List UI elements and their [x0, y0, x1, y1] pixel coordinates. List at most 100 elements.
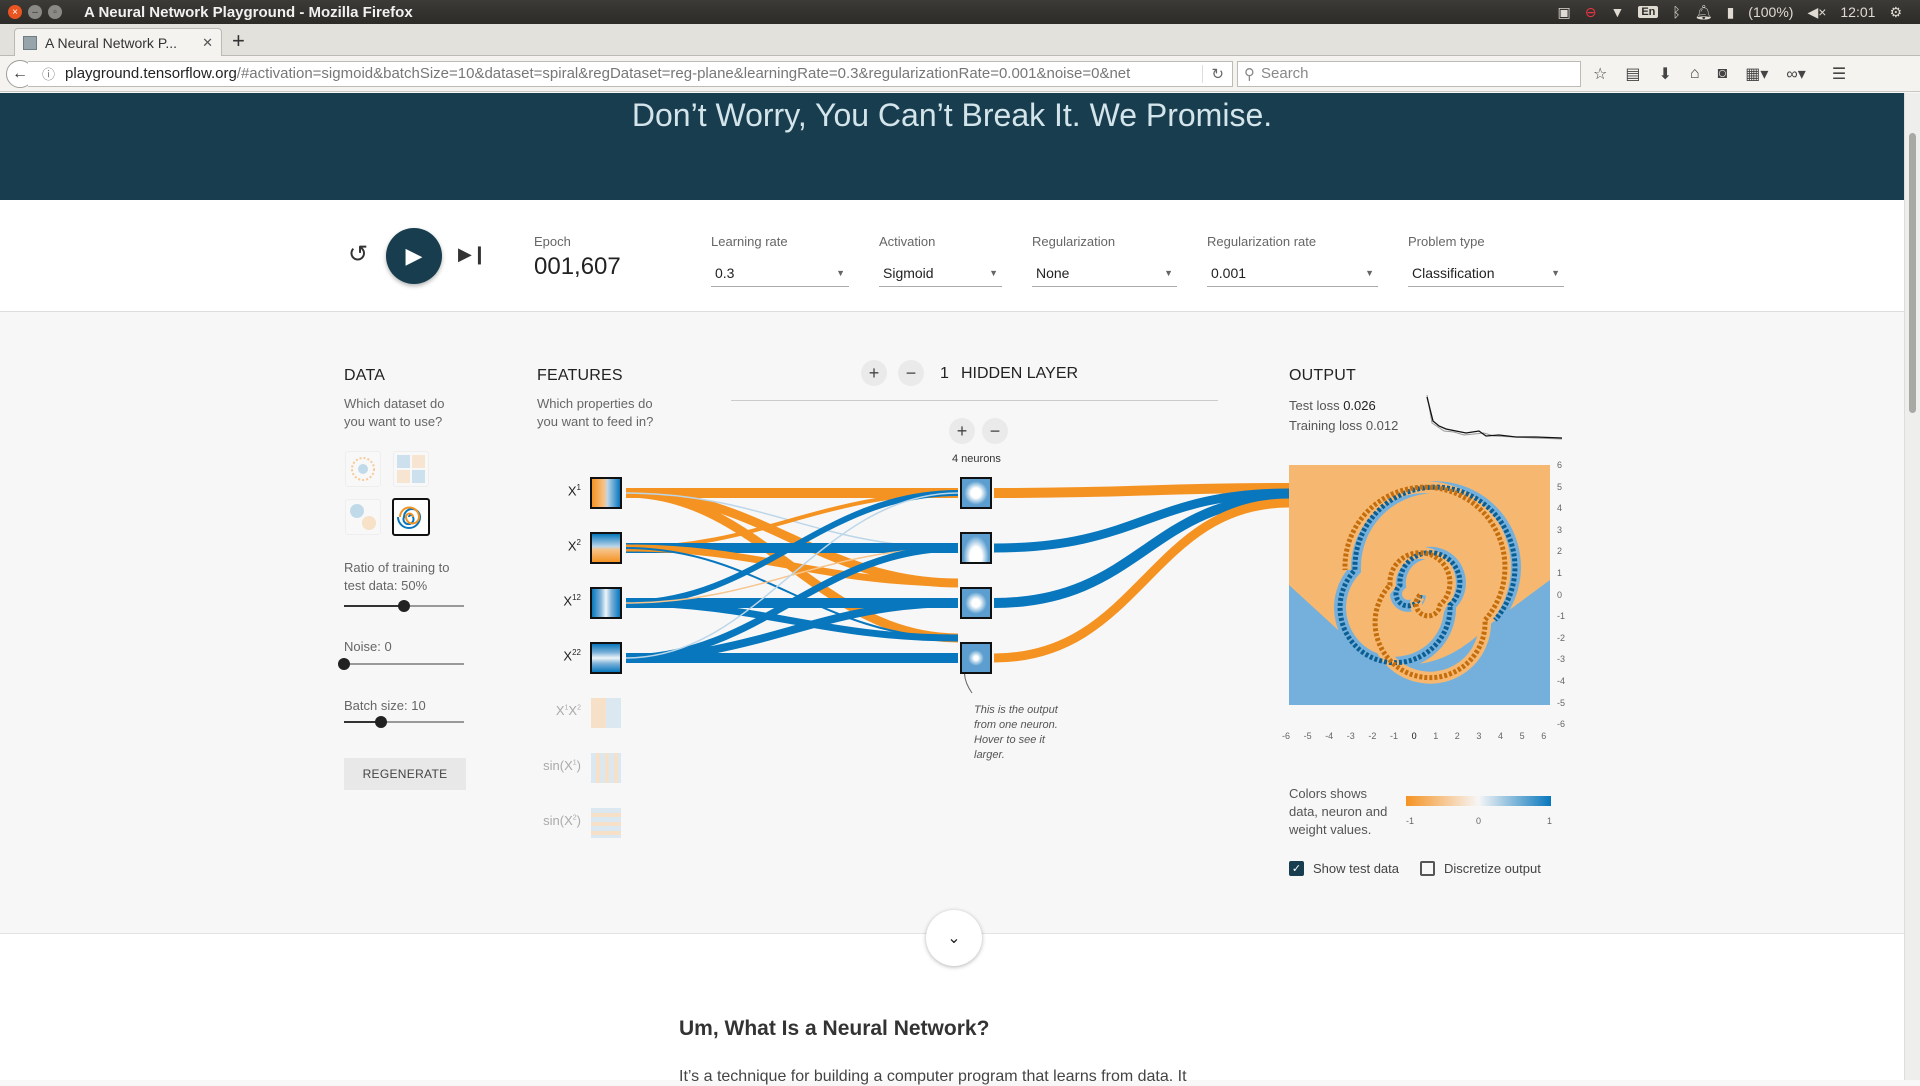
window-minimize-button[interactable]: – [28, 5, 42, 19]
epoch-label: Epoch [534, 234, 571, 249]
test-loss: Test loss 0.026 [1289, 398, 1376, 413]
scroll-down-button[interactable]: ⌄ [926, 910, 982, 966]
article-section: ⌄ Um, What Is a Neural Network? It’s a t… [0, 910, 1904, 1085]
chevron-down-icon: ▼ [836, 267, 845, 278]
battery-icon[interactable]: ▮ [1727, 4, 1735, 21]
legend-tick: 1 [1547, 816, 1553, 826]
volume-icon[interactable]: ◀× [1807, 4, 1826, 21]
neuron-4[interactable] [960, 642, 992, 674]
tab-title: A Neural Network P... [45, 34, 178, 51]
test-loss-label: Test loss [1289, 398, 1340, 413]
discretize-output-checkbox[interactable]: Discretize output [1420, 861, 1541, 876]
x-tick-label: -1 [1390, 731, 1399, 741]
new-tab-button[interactable]: + [232, 28, 245, 54]
problem-type-value: Classification [1412, 264, 1495, 281]
page-scrollbar[interactable] [1904, 93, 1920, 1080]
weight-link [993, 498, 1290, 663]
gear-icon[interactable]: ⚙ [1889, 4, 1902, 21]
battery-percent[interactable]: (100%) [1748, 4, 1793, 20]
stop-icon[interactable]: ⊖ [1585, 4, 1597, 21]
page-header: Don’t Worry, You Can’t Break It. We Prom… [0, 93, 1904, 200]
x-tick-label: 4 [1498, 731, 1504, 741]
regularization-control: Regularization None ▼ [1032, 234, 1177, 287]
chevron-down-icon: ▼ [989, 267, 998, 278]
show-test-data-checkbox[interactable]: ✓ Show test data [1289, 861, 1399, 876]
menu-icon[interactable]: ☰ [1832, 64, 1846, 84]
learning-rate-select[interactable]: 0.3 ▼ [711, 259, 849, 287]
wifi-icon[interactable]: ▼ [1610, 4, 1624, 20]
reading-list-icon[interactable]: ▤ [1625, 64, 1640, 84]
output-heatmap [1289, 465, 1550, 705]
reg-rate-value: 0.001 [1211, 264, 1247, 281]
x-tick-label: 5 [1519, 731, 1525, 741]
learning-rate-value: 0.3 [715, 264, 735, 281]
pocket-icon[interactable]: ◙ [1718, 65, 1728, 83]
favicon-icon [23, 35, 37, 50]
checkbox-icon[interactable] [1420, 861, 1435, 876]
window-maximize-button[interactable]: ▫ [48, 5, 62, 19]
library-icon[interactable]: ▦▾ [1745, 64, 1768, 84]
activation-select[interactable]: Sigmoid ▼ [879, 259, 1002, 287]
train-loss-value: 0.012 [1365, 418, 1399, 433]
reset-button[interactable]: ↺ [348, 240, 368, 269]
notification-icon[interactable]: 🔔︎ [1695, 4, 1713, 21]
chevron-down-icon: ▼ [1164, 267, 1173, 278]
home-icon[interactable]: ⌂ [1690, 65, 1700, 83]
neuron-1[interactable] [960, 477, 992, 509]
problem-type-select[interactable]: Classification ▼ [1408, 259, 1564, 287]
test-loss-value: 0.026 [1343, 398, 1376, 413]
info-icon[interactable]: ⓘ [42, 64, 55, 83]
activation-label: Activation [879, 234, 936, 249]
url-path: /#activation=sigmoid&batchSize=10&datase… [236, 65, 1131, 82]
neuron-3[interactable] [960, 587, 992, 619]
color-legend-ticks: -1 0 1 [1406, 816, 1553, 828]
regularization-select[interactable]: None ▼ [1032, 259, 1177, 287]
tagline: Don’t Worry, You Can’t Break It. We Prom… [631, 97, 1273, 133]
reg-rate-control: Regularization rate 0.001 ▼ [1207, 234, 1378, 287]
search-placeholder: Search [1261, 65, 1309, 82]
x-tick-label: -6 [1282, 731, 1291, 741]
reload-icon[interactable]: ↻ [1202, 64, 1232, 83]
checkmark-icon[interactable]: ✓ [1289, 861, 1304, 876]
sync-icon[interactable]: ∞▾ [1786, 64, 1805, 84]
neuron-2[interactable] [960, 532, 992, 564]
y-tick-label: 4 [1557, 503, 1563, 514]
output-y-axis: 6 5 4 3 2 1 0 -1 -2 -3 -4 -5 -6 [1553, 460, 1573, 729]
bookmark-star-icon[interactable]: ☆ [1593, 64, 1607, 84]
clock[interactable]: 12:01 [1840, 4, 1875, 20]
update-icon[interactable]: ▣ [1558, 4, 1571, 21]
x-tick-label: 0 [1411, 731, 1417, 741]
search-input[interactable]: ⚲ Search [1237, 60, 1581, 87]
show-test-data-label: Show test data [1313, 861, 1399, 876]
epoch-value: 001,607 [534, 253, 621, 280]
window-close-button[interactable]: × [8, 5, 22, 19]
epoch-counter: Epoch 001,607 [534, 234, 621, 281]
y-tick-label: -1 [1557, 611, 1566, 622]
regularization-label: Regularization [1032, 234, 1116, 249]
x-tick-label: 2 [1454, 731, 1460, 741]
keyboard-layout-indicator[interactable]: En [1638, 6, 1659, 18]
chevron-down-icon: ▼ [1365, 267, 1374, 278]
neuron-annotation: This is the output from one neuron. Hove… [974, 704, 1058, 761]
bluetooth-icon[interactable]: ᛒ [1672, 4, 1680, 20]
color-legend-bar [1406, 796, 1551, 806]
learning-rate-control: Learning rate 0.3 ▼ [711, 234, 849, 287]
x-tick-label: 6 [1541, 731, 1547, 741]
x-tick-label: -3 [1346, 731, 1355, 741]
tab-close-icon[interactable]: ✕ [202, 35, 213, 51]
train-loss-label: Training loss [1289, 418, 1363, 433]
browser-tab[interactable]: A Neural Network P... ✕ [14, 28, 222, 56]
download-icon[interactable]: ⬇ [1658, 64, 1671, 84]
reg-rate-select[interactable]: 0.001 ▼ [1207, 259, 1378, 287]
scrollbar-thumb[interactable] [1909, 133, 1916, 413]
step-button[interactable]: ▶❙ [458, 244, 487, 265]
chevron-down-icon: ▼ [1551, 267, 1560, 278]
y-tick-label: -6 [1557, 719, 1566, 730]
url-host: playground.tensorflow.org [65, 65, 237, 82]
y-tick-label: 1 [1557, 568, 1563, 578]
discretize-output-label: Discretize output [1444, 861, 1541, 876]
play-button[interactable]: ▶ [386, 228, 442, 284]
tab-bar: A Neural Network P... ✕ + [0, 24, 1920, 56]
url-bar[interactable]: ⓘ playground.tensorflow.org /#activation… [28, 60, 1233, 87]
y-tick-label: 0 [1557, 589, 1563, 600]
